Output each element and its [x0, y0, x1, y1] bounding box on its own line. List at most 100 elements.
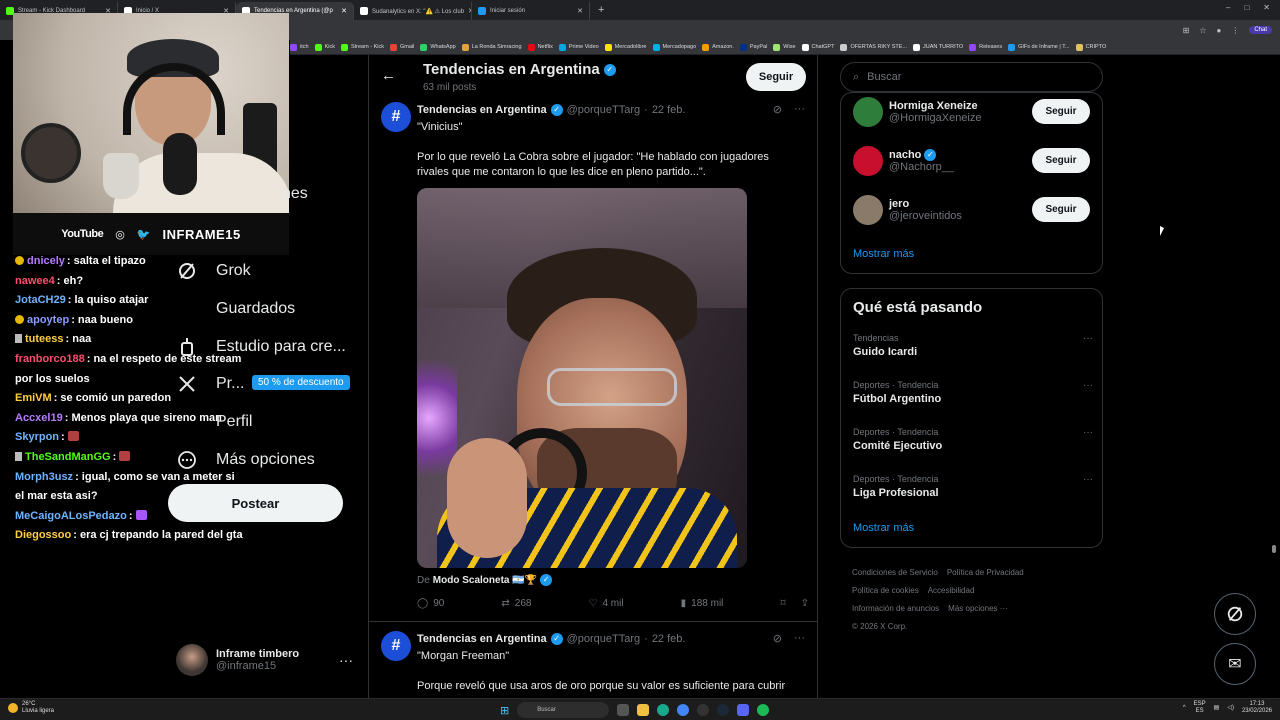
- grok-icon[interactable]: ⊘: [773, 632, 782, 645]
- chat-username[interactable]: Morph3usz: [15, 471, 73, 483]
- share-icon[interactable]: ⇪: [801, 598, 809, 609]
- spotify-icon[interactable]: [757, 704, 770, 716]
- follow-suggestion[interactable]: jero @jeroveintidos: [853, 195, 962, 225]
- chat-username[interactable]: Skyrpon: [15, 431, 59, 443]
- bookmark-item[interactable]: JUAN TURRITO: [913, 43, 963, 51]
- browser-tab[interactable]: Iniciar sesión ✕: [472, 2, 590, 20]
- discord-icon[interactable]: [737, 704, 750, 716]
- nav-item-grok[interactable]: Grok: [176, 260, 251, 282]
- network-icon[interactable]: ▤: [1214, 705, 1220, 712]
- bookmark-item[interactable]: OFERTAS RIKY STE...: [840, 43, 907, 51]
- avatar[interactable]: #: [381, 631, 411, 661]
- more-icon[interactable]: ···: [1083, 427, 1093, 438]
- weather-widget[interactable]: 26°C Lluvia ligera: [8, 701, 54, 715]
- chat-username[interactable]: apoytep: [27, 314, 69, 326]
- new-tab-button[interactable]: +: [590, 4, 612, 16]
- browser-tab[interactable]: Sudanalytics en X: "⚠️ ⚠ Los club✕: [354, 2, 472, 20]
- trend-item[interactable]: Deportes · Tendencia Liga Profesional ···: [853, 474, 1093, 499]
- bookmark-button[interactable]: ⌑ ⇪: [780, 598, 809, 609]
- bookmark-item[interactable]: CRIPTO: [1075, 43, 1106, 51]
- grok-icon[interactable]: ⊘: [773, 103, 782, 116]
- scrollbar[interactable]: [1272, 545, 1276, 553]
- bookmark-item[interactable]: Mercadopago: [652, 43, 696, 51]
- views-button[interactable]: ▮ 188 mil: [681, 598, 724, 609]
- repost-button[interactable]: ⇄ 268: [501, 598, 531, 609]
- tab-close-icon[interactable]: ✕: [577, 7, 583, 15]
- nav-item-partial[interactable]: nes: [282, 185, 308, 203]
- avatar[interactable]: #: [381, 102, 411, 132]
- chat-username[interactable]: Accxel19: [15, 412, 63, 424]
- tab-close-icon[interactable]: ✕: [341, 7, 347, 15]
- tray-chevron-icon[interactable]: ^: [1183, 705, 1186, 712]
- more-icon[interactable]: ···: [1083, 474, 1093, 485]
- messages-fab[interactable]: ✉: [1214, 643, 1256, 685]
- clock[interactable]: 17:13 23/02/2026: [1242, 701, 1272, 715]
- chat-username[interactable]: nawee4: [15, 275, 55, 287]
- follow-suggestion[interactable]: Hormiga Xeneize @HormigaXeneize: [853, 97, 982, 127]
- file-explorer-icon[interactable]: [637, 704, 650, 716]
- trend-item[interactable]: Tendencias Guido Icardi ···: [853, 333, 1093, 358]
- bookmark-item[interactable]: Netflix: [527, 43, 553, 51]
- footer-link[interactable]: Accesibilidad: [928, 586, 975, 595]
- reply-button[interactable]: ◯ 90: [417, 598, 444, 609]
- bookmark-item[interactable]: Mercadolibre: [604, 43, 647, 51]
- bookmark-item[interactable]: PayPal: [739, 43, 767, 51]
- bookmark-item[interactable]: ChatGPT: [801, 43, 834, 51]
- footer-link[interactable]: Política de cookies: [852, 586, 919, 595]
- bookmark-item[interactable]: Wise: [773, 43, 796, 51]
- chat-username[interactable]: franborco188: [15, 353, 85, 365]
- steam-icon[interactable]: [717, 704, 730, 716]
- footer-link[interactable]: © 2026 X Corp.: [852, 622, 907, 631]
- follow-button[interactable]: Seguir: [1032, 99, 1090, 124]
- more-icon[interactable]: ···: [794, 103, 805, 116]
- like-button[interactable]: ♡ 4 mil: [589, 598, 624, 609]
- chat-username[interactable]: tuteess: [25, 333, 64, 345]
- nav-item-more-options[interactable]: Más opciones: [176, 449, 315, 471]
- chat-username[interactable]: EmiVM: [15, 392, 52, 404]
- follow-button[interactable]: Seguir: [1032, 148, 1090, 173]
- chat-username[interactable]: MeCaigoALosPedazo: [15, 510, 127, 522]
- trend-item[interactable]: Deportes · Tendencia Fútbol Argentino ···: [853, 380, 1093, 405]
- avatar[interactable]: [853, 97, 883, 127]
- footer-link[interactable]: Información de anuncios: [852, 604, 939, 613]
- bookmark-item[interactable]: itch: [290, 43, 309, 51]
- nav-item-saved[interactable]: Guardados: [176, 298, 295, 320]
- bookmark-item[interactable]: La Ronda Simracing: [461, 43, 522, 51]
- close-window-button[interactable]: ✕: [1263, 3, 1270, 12]
- chat-button[interactable]: Chat: [1249, 26, 1272, 34]
- bookmark-item[interactable]: Stream - Kick: [340, 43, 384, 51]
- follow-button[interactable]: Seguir: [1032, 197, 1090, 222]
- post-button[interactable]: Postear: [168, 484, 343, 522]
- bookmark-item[interactable]: Amazon.: [702, 43, 734, 51]
- menu-icon[interactable]: ⋮: [1231, 26, 1239, 35]
- grok-fab[interactable]: [1214, 593, 1256, 635]
- nav-item-premium[interactable]: Pr...: [176, 373, 244, 395]
- nav-item-profile[interactable]: Perfil: [176, 411, 252, 433]
- profile-icon[interactable]: ●: [1216, 26, 1221, 35]
- task-view-icon[interactable]: [617, 704, 630, 716]
- chat-username[interactable]: Diegossoo: [15, 529, 71, 541]
- follow-button[interactable]: Seguir: [746, 63, 806, 91]
- bookmark-item[interactable]: WhatsApp: [420, 43, 456, 51]
- chat-username[interactable]: dnicely: [27, 255, 65, 267]
- more-icon[interactable]: ···: [794, 632, 805, 645]
- show-more-trends-link[interactable]: Mostrar más: [853, 522, 914, 534]
- chat-username[interactable]: TheSandManGG: [25, 451, 111, 463]
- language-indicator[interactable]: ESP ES: [1194, 701, 1206, 715]
- back-arrow-icon[interactable]: ←: [381, 67, 396, 84]
- start-icon[interactable]: ⊞: [500, 704, 509, 717]
- chrome-icon[interactable]: [677, 704, 690, 716]
- bookmark-item[interactable]: GIFs de Inframe | T...: [1008, 43, 1070, 51]
- chat-username[interactable]: JotaCH29: [15, 294, 66, 306]
- bookmark-item[interactable]: Gmail: [389, 43, 414, 51]
- star-icon[interactable]: ☆: [1199, 26, 1206, 35]
- footer-link[interactable]: Más opciones ···: [948, 604, 1008, 613]
- footer-link[interactable]: Política de Privacidad: [947, 568, 1024, 577]
- bookmark-item[interactable]: Prime Video: [558, 43, 599, 51]
- taskbar-search[interactable]: Buscar: [517, 702, 610, 718]
- bookmark-item[interactable]: Kick: [314, 43, 335, 51]
- maximize-button[interactable]: □: [1244, 3, 1249, 12]
- obs-icon[interactable]: [697, 704, 710, 716]
- extensions-icon[interactable]: ⊞: [1183, 26, 1190, 35]
- follow-suggestion[interactable]: nacho ✓ @Nachorp__: [853, 146, 954, 176]
